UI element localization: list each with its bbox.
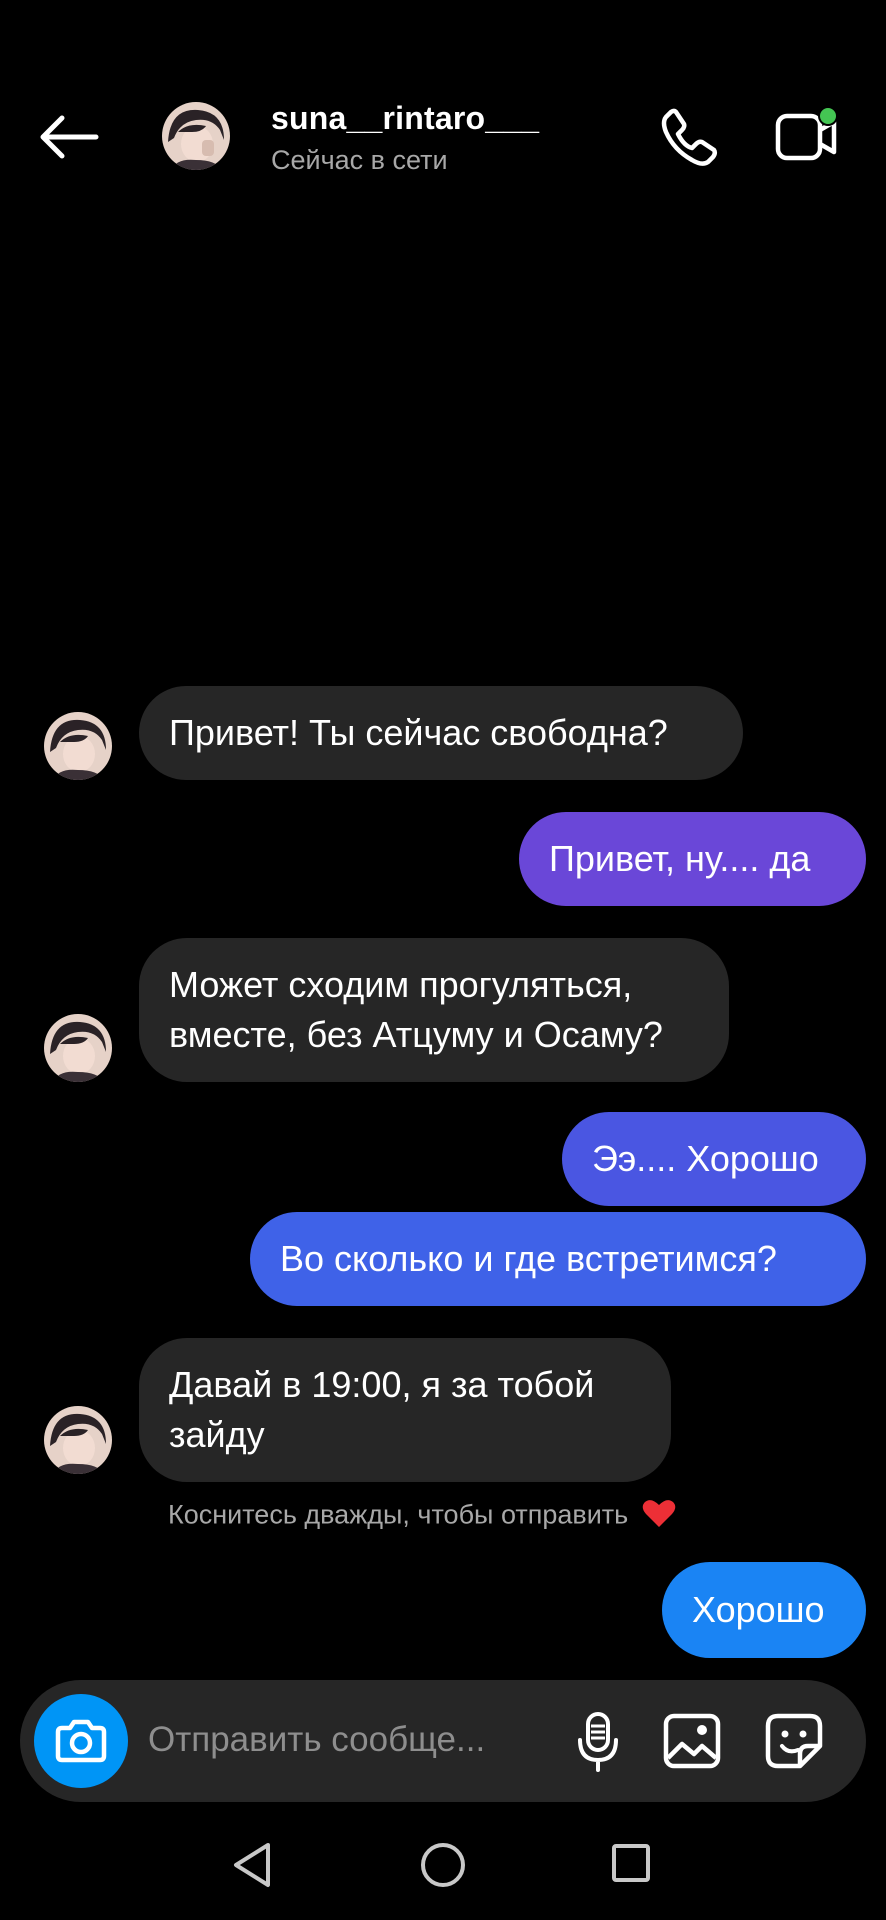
nav-back-icon[interactable] — [230, 1840, 274, 1890]
avatar[interactable] — [162, 102, 230, 170]
message-text: Хорошо — [692, 1589, 825, 1630]
nav-home-icon[interactable] — [418, 1840, 468, 1890]
chat-username[interactable]: suna__rintaro___ — [271, 100, 539, 137]
microphone-icon[interactable] — [568, 1710, 628, 1772]
back-arrow-icon[interactable] — [38, 112, 100, 162]
message-bubble-outgoing[interactable]: Хорошо — [662, 1562, 866, 1658]
system-navigation-bar — [0, 1830, 886, 1920]
double-tap-hint: Коснитесь дважды, чтобы отправить — [168, 1498, 676, 1535]
message-text: Привет! Ты сейчас свободна? — [169, 712, 668, 753]
camera-button[interactable] — [34, 1694, 128, 1788]
message-text: Во сколько и где встретимся? — [280, 1238, 777, 1279]
message-text-line: Может сходим прогуляться, — [169, 964, 633, 1005]
hint-text: Коснитесь дважды, чтобы отправить — [168, 1499, 629, 1530]
message-bubble-incoming[interactable]: Привет! Ты сейчас свободна? — [139, 686, 743, 780]
online-status: Сейчас в сети — [271, 145, 448, 175]
nav-recent-apps-icon[interactable] — [610, 1842, 652, 1884]
message-bubble-outgoing[interactable]: Ээ.... Хорошо — [562, 1112, 866, 1206]
message-text: Привет, ну.... да — [549, 838, 811, 879]
chat-header: suna__rintaro___ Сейчас в сети — [0, 0, 886, 200]
message-text-line: зайду — [169, 1414, 265, 1455]
heart-icon — [642, 1498, 676, 1535]
message-bubble-incoming[interactable]: Давай в 19:00, я за тобой зайду — [139, 1338, 671, 1482]
camera-icon — [55, 1719, 107, 1763]
message-text-line: Давай в 19:00, я за тобой — [169, 1364, 595, 1405]
message-text-line: вместе, без Атцуму и Осаму? — [169, 1014, 663, 1055]
message-input[interactable]: Отправить сообще... — [148, 1720, 485, 1760]
sticker-icon[interactable] — [764, 1712, 824, 1770]
message-bubble-outgoing[interactable]: Во сколько и где встретимся? — [250, 1212, 866, 1306]
message-text: Ээ.... Хорошо — [592, 1138, 819, 1179]
avatar[interactable] — [44, 712, 112, 780]
message-bubble-outgoing[interactable]: Привет, ну.... да — [519, 812, 866, 906]
phone-call-icon[interactable] — [658, 106, 720, 168]
message-bubble-incoming[interactable]: Может сходим прогуляться, вместе, без Ат… — [139, 938, 729, 1082]
online-dot — [820, 108, 836, 124]
avatar[interactable] — [44, 1014, 112, 1082]
video-call-icon[interactable] — [774, 104, 840, 166]
gallery-icon[interactable] — [662, 1712, 722, 1770]
avatar[interactable] — [44, 1406, 112, 1474]
message-composer: Отправить сообще... — [20, 1680, 866, 1802]
